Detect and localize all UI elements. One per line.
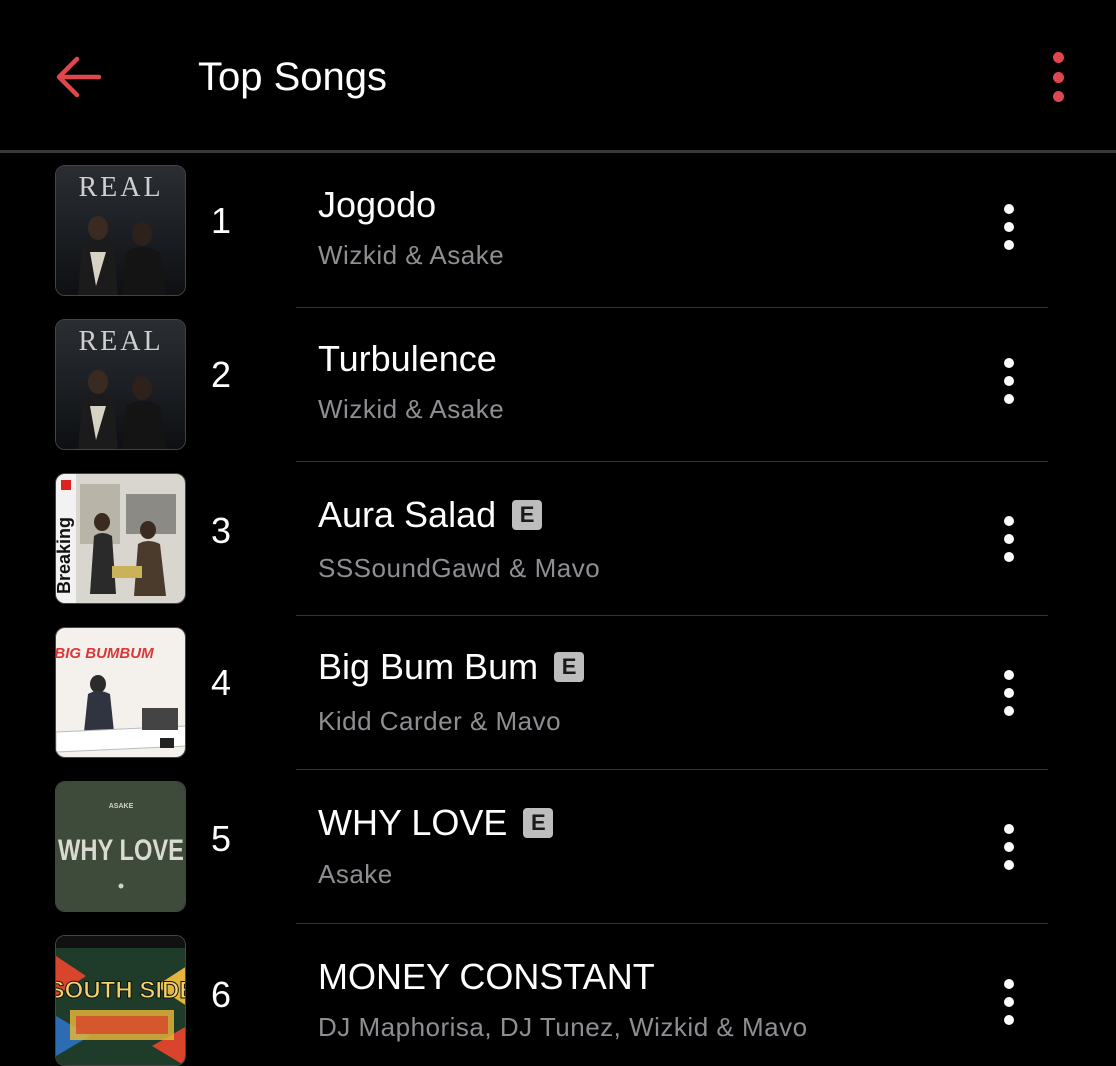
song-more-button[interactable] bbox=[994, 200, 1024, 254]
album-art: SOUTH SIDE bbox=[55, 935, 186, 1066]
more-vertical-icon bbox=[1004, 979, 1014, 989]
song-title: MONEY CONSTANT bbox=[318, 956, 655, 997]
rank-number: 6 bbox=[210, 974, 232, 1015]
title-line: WHY LOVE E bbox=[318, 802, 554, 844]
song-row[interactable]: REAL 1 Jogodo Wizkid & Asake bbox=[0, 153, 1116, 308]
rank-number: 2 bbox=[210, 354, 232, 395]
song-more-button[interactable] bbox=[994, 512, 1024, 566]
title-line: MONEY CONSTANT bbox=[318, 956, 655, 998]
svg-text:REAL: REAL bbox=[78, 172, 163, 203]
song-title: WHY LOVE bbox=[318, 802, 508, 843]
title-line: Turbulence bbox=[318, 338, 497, 380]
more-vertical-icon bbox=[1052, 52, 1064, 63]
album-art: Breaking bbox=[55, 473, 186, 604]
song-artist: SSSoundGawd & Mavo bbox=[318, 553, 601, 583]
album-art: ASAKE WHY LOVE bbox=[55, 781, 186, 912]
rank-number: 1 bbox=[210, 200, 232, 241]
album-art: BIG BUMBUM bbox=[55, 627, 186, 758]
song-artist: DJ Maphorisa, DJ Tunez, Wizkid & Mavo bbox=[318, 1012, 808, 1042]
song-title: Jogodo bbox=[318, 184, 437, 225]
song-row[interactable]: BIG BUMBUM 4 Big Bum Bum E Kidd Carder &… bbox=[0, 615, 1116, 770]
more-options-button[interactable] bbox=[1036, 48, 1080, 106]
song-row[interactable]: Breaking 3 Aura Salad E SSSoundGawd & Ma… bbox=[0, 461, 1116, 616]
svg-text:BIG BUMBUM: BIG BUMBUM bbox=[56, 645, 154, 662]
svg-text:SOUTH SIDE: SOUTH SIDE bbox=[56, 977, 186, 1004]
explicit-badge: E bbox=[523, 808, 554, 838]
more-vertical-icon bbox=[1004, 670, 1014, 680]
song-more-button[interactable] bbox=[994, 354, 1024, 408]
back-button[interactable] bbox=[48, 50, 108, 104]
more-vertical-icon bbox=[1004, 824, 1014, 834]
title-line: Big Bum Bum E bbox=[318, 646, 585, 688]
rank-number: 5 bbox=[210, 818, 232, 859]
more-vertical-icon bbox=[1004, 204, 1014, 214]
title-line: Jogodo bbox=[318, 184, 436, 226]
song-artist: Wizkid & Asake bbox=[318, 240, 505, 270]
song-more-button[interactable] bbox=[994, 666, 1024, 720]
top-songs-screen: Top Songs REAL 1 Jogodo Wizkid & Asake R… bbox=[0, 0, 1116, 1066]
song-artist: Kidd Carder & Mavo bbox=[318, 706, 562, 736]
album-art: REAL bbox=[55, 319, 186, 450]
song-row[interactable]: SOUTH SIDE 6 MONEY CONSTANT DJ Maphorisa… bbox=[0, 923, 1116, 1066]
song-row[interactable]: ASAKE WHY LOVE 5 WHY LOVE E Asake bbox=[0, 769, 1116, 924]
svg-text:WHY LOVE: WHY LOVE bbox=[58, 834, 184, 867]
song-more-button[interactable] bbox=[994, 975, 1024, 1029]
song-title: Turbulence bbox=[318, 338, 497, 379]
svg-text:REAL: REAL bbox=[78, 326, 163, 357]
song-title: Big Bum Bum bbox=[318, 646, 539, 687]
svg-text:Breaking: Breaking bbox=[56, 517, 74, 594]
arrow-left-icon bbox=[56, 56, 102, 98]
song-more-button[interactable] bbox=[994, 820, 1024, 874]
song-title: Aura Salad bbox=[318, 494, 497, 535]
nav-header: Top Songs bbox=[0, 0, 1116, 150]
song-artist: Asake bbox=[318, 859, 393, 889]
album-art: REAL bbox=[55, 165, 186, 296]
title-line: Aura Salad E bbox=[318, 494, 543, 536]
more-vertical-icon bbox=[1004, 358, 1014, 368]
more-vertical-icon bbox=[1004, 516, 1014, 526]
song-row[interactable]: REAL 2 Turbulence Wizkid & Asake bbox=[0, 307, 1116, 462]
rank-number: 4 bbox=[210, 662, 232, 703]
svg-text:ASAKE: ASAKE bbox=[109, 803, 134, 810]
rank-number: 3 bbox=[210, 510, 232, 551]
page-title: Top Songs bbox=[198, 55, 388, 99]
explicit-badge: E bbox=[512, 500, 543, 530]
song-artist: Wizkid & Asake bbox=[318, 394, 505, 424]
explicit-badge: E bbox=[554, 652, 585, 682]
